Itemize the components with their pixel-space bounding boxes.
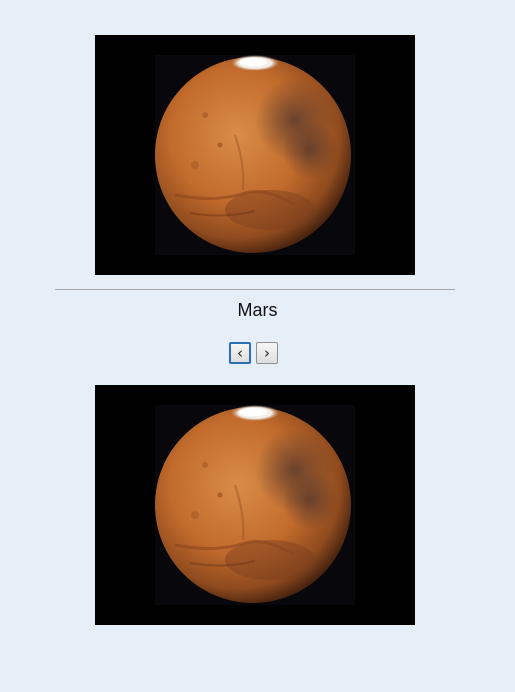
chevron-right-icon: › — [264, 343, 270, 362]
mars-globe-top — [153, 53, 357, 257]
prev-button[interactable]: ‹ — [229, 342, 251, 364]
mars-image-top — [95, 35, 415, 275]
nav-controls: ‹ › — [229, 342, 278, 364]
mars-image-bottom — [95, 385, 415, 625]
chevron-left-icon: ‹ — [237, 343, 243, 362]
mars-globe-bottom — [153, 403, 357, 607]
next-button[interactable]: › — [256, 342, 278, 364]
divider — [55, 289, 455, 290]
image-caption: Mars — [237, 300, 278, 320]
